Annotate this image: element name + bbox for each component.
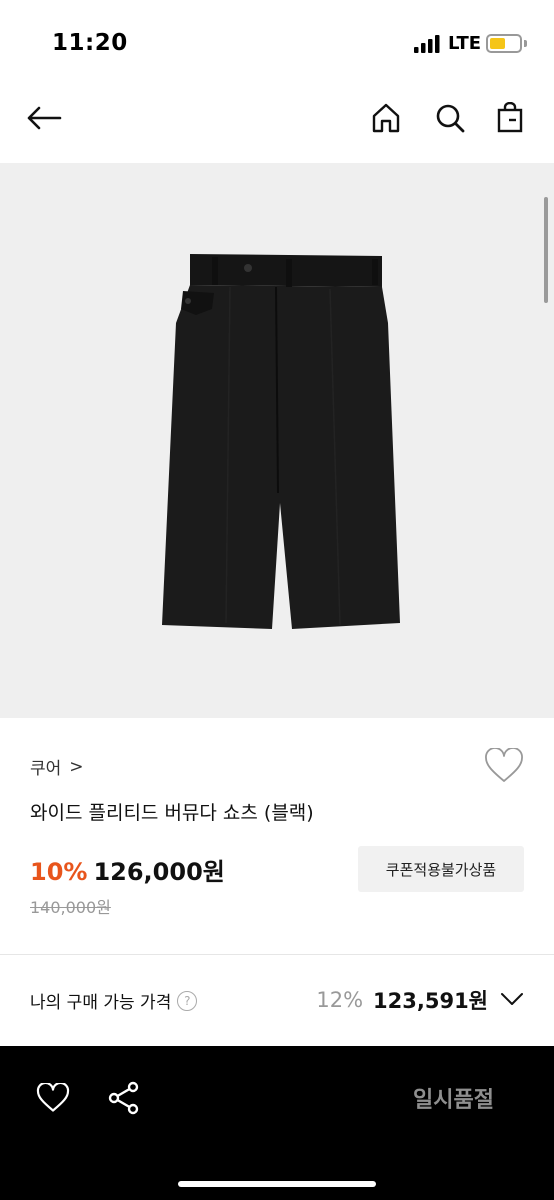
my-price-amount: 123,591원 (373, 989, 488, 1013)
search-icon[interactable] (432, 100, 468, 136)
brand-link[interactable]: 쿠어 > (30, 754, 84, 780)
status-bar: 11:20 LTE (0, 0, 554, 88)
image-scroll-indicator (544, 197, 548, 303)
my-price-label-group: 나의 구매 가능 가격 ? (30, 988, 198, 1013)
nav-bar (0, 88, 554, 163)
black-bermuda-shorts (162, 254, 400, 629)
signal-icon (414, 35, 440, 53)
battery-level (490, 38, 505, 49)
arrow-left-icon[interactable] (26, 100, 62, 136)
my-price-label: 나의 구매 가능 가격 (30, 993, 172, 1013)
home-indicator (178, 1181, 376, 1187)
sale-price: 126,000원 (93, 858, 225, 886)
chevron-right-icon: > (69, 756, 84, 777)
original-price: 140,000원 (30, 898, 111, 917)
shopping-bag-icon[interactable] (492, 100, 528, 136)
share-icon[interactable] (106, 1080, 142, 1116)
coupon-badge: 쿠폰적용불가상품 (358, 846, 524, 892)
battery-icon (486, 34, 522, 53)
heart-outline-icon[interactable] (484, 747, 524, 784)
status-time: 11:20 (52, 30, 128, 56)
home-icon[interactable] (368, 100, 404, 136)
product-image[interactable] (0, 163, 554, 718)
bottom-action-bar: 일시품절 (0, 1046, 554, 1200)
soldout-button[interactable]: 일시품절 (413, 1082, 494, 1114)
price-row: 10% 126,000원 (30, 852, 225, 887)
my-price-value-group: 12% 123,591원 (316, 985, 524, 1015)
help-icon[interactable]: ? (177, 990, 198, 1011)
heart-outline-icon[interactable] (35, 1080, 71, 1116)
product-title: 와이드 플리티드 버뮤다 쇼츠 (블랙) (30, 802, 314, 824)
battery-tip (524, 40, 527, 47)
chevron-down-icon[interactable] (500, 991, 524, 1010)
brand-name: 쿠어 (30, 759, 62, 779)
discount-rate: 10% (30, 858, 88, 886)
network-type: LTE (448, 33, 482, 54)
my-discount-rate: 12% (316, 988, 364, 1012)
my-price-row[interactable]: 나의 구매 가능 가격 ? 12% 123,591원 (0, 955, 554, 1046)
product-info: 쿠어 > 와이드 플리티드 버뮤다 쇼츠 (블랙) 10% 126,000원 1… (0, 718, 554, 954)
